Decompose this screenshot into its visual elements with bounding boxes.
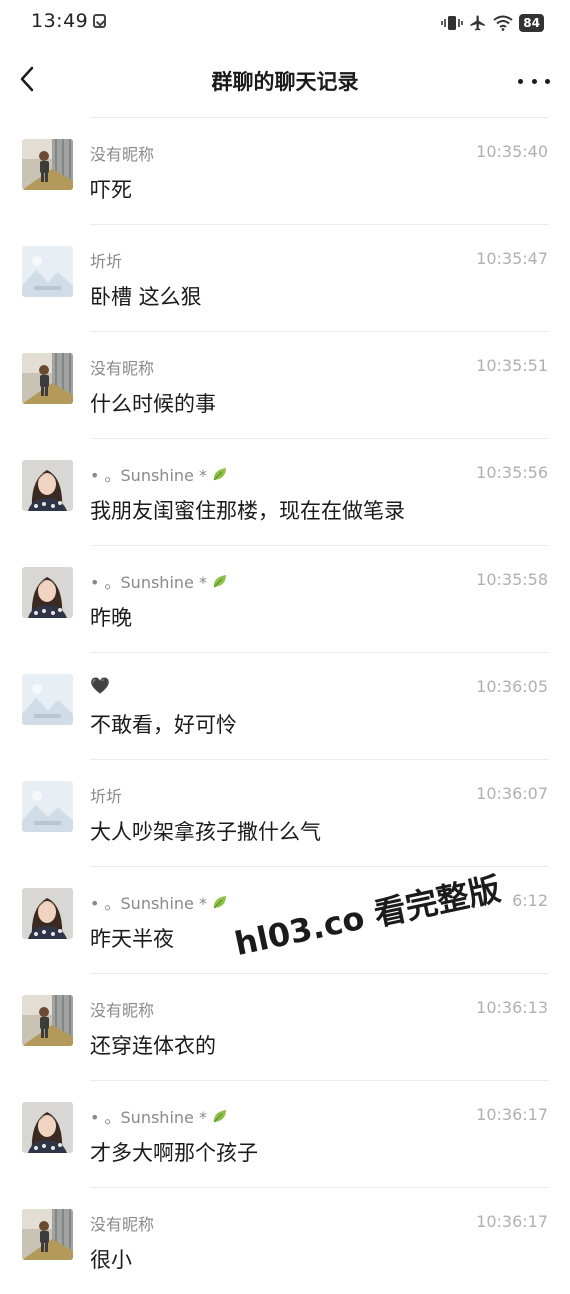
- wifi-icon: [493, 15, 513, 31]
- sender-name-text: 没有昵称: [90, 1001, 155, 1020]
- sender-name-text: 圻圻: [90, 252, 123, 271]
- sender-name: 没有昵称: [90, 141, 154, 165]
- sender-name-text: 没有昵称: [90, 359, 155, 378]
- avatar[interactable]: [22, 353, 73, 404]
- vibrate-icon: [441, 16, 464, 30]
- message-text: 还穿连体衣的: [90, 1034, 216, 1058]
- battery-indicator: 84: [519, 14, 544, 32]
- avatar[interactable]: [22, 674, 73, 725]
- sender-name: 圻圻: [90, 248, 122, 272]
- chat-message-row[interactable]: • 。Sunshine * 10:36:17 才多大啊那个孩子: [0, 1080, 570, 1187]
- leaf-icon: [211, 572, 229, 590]
- message-timestamp: 10:35:51: [476, 356, 548, 375]
- chat-history-list[interactable]: 没有昵称 10:35:40 吓死 圻圻 10:35:47 卧槽 这么狠 没有昵称 10:35:…: [0, 117, 570, 1294]
- sender-name: • 。Sunshine *: [90, 462, 229, 486]
- message-text: 吓死: [90, 178, 132, 202]
- avatar[interactable]: [22, 995, 73, 1046]
- message-timestamp: 10:36:05: [476, 677, 548, 696]
- avatar[interactable]: [22, 1209, 73, 1260]
- leaf-icon: [211, 1107, 229, 1125]
- sender-name-text: • 。Sunshine *: [90, 573, 207, 592]
- avatar[interactable]: [22, 781, 73, 832]
- more-dot: [518, 78, 523, 84]
- chat-message-row[interactable]: 没有昵称 10:35:40 吓死: [0, 117, 570, 224]
- message-text: 卧槽 这么狠: [90, 285, 202, 309]
- chat-message-row[interactable]: • 。Sunshine * 10:35:58 昨晚: [0, 545, 570, 652]
- sender-name: • 。Sunshine *: [90, 1104, 229, 1128]
- avatar[interactable]: [22, 888, 73, 939]
- sender-name-text: 🖤: [90, 676, 110, 695]
- sender-name-text: • 。Sunshine *: [90, 1108, 207, 1127]
- sender-name-text: 圻圻: [90, 787, 123, 806]
- chat-message-row[interactable]: 🖤 10:36:05 不敢看，好可怜: [0, 652, 570, 759]
- message-timestamp: 10:35:56: [476, 463, 548, 482]
- message-text: 昨晚: [90, 606, 132, 630]
- sender-name-text: • 。Sunshine *: [90, 894, 207, 913]
- avatar[interactable]: [22, 246, 73, 297]
- sender-name: • 。Sunshine *: [90, 569, 229, 593]
- status-time: 13:49: [31, 10, 89, 32]
- sender-name-text: • 。Sunshine *: [90, 466, 207, 485]
- leaf-icon: [211, 465, 229, 483]
- message-text: 什么时候的事: [90, 392, 216, 416]
- avatar[interactable]: [22, 139, 73, 190]
- message-text: 才多大啊那个孩子: [90, 1141, 258, 1165]
- message-timestamp: 10:35:58: [476, 570, 548, 589]
- more-dot: [531, 78, 537, 84]
- message-timestamp: 10:36:17: [476, 1105, 548, 1124]
- sender-name: • 。Sunshine *: [90, 890, 229, 914]
- message-timestamp: 6:12: [512, 891, 548, 910]
- sender-name: 🖤: [90, 676, 110, 695]
- sender-name-text: 没有昵称: [90, 1215, 155, 1234]
- chat-message-row[interactable]: 没有昵称 10:35:51 什么时候的事: [0, 331, 570, 438]
- message-text: 我朋友闺蜜住那楼，现在在做笔录: [90, 499, 405, 523]
- notification-icon: [93, 14, 106, 28]
- avatar[interactable]: [22, 460, 73, 511]
- message-timestamp: 10:36:13: [476, 998, 548, 1017]
- message-text: 昨天半夜: [90, 927, 174, 951]
- message-timestamp: 10:36:17: [476, 1212, 548, 1231]
- airplane-icon: [470, 15, 486, 31]
- chat-message-row[interactable]: 没有昵称 10:36:17 很小: [0, 1187, 570, 1294]
- message-timestamp: 10:35:40: [476, 142, 548, 161]
- status-bar: 13:49 84: [0, 0, 570, 44]
- sender-name: 圻圻: [90, 783, 122, 807]
- status-icons: 84: [441, 12, 544, 34]
- avatar[interactable]: [22, 1102, 73, 1153]
- sender-name: 没有昵称: [90, 355, 154, 379]
- message-text: 大人吵架拿孩子撒什么气: [90, 820, 321, 844]
- page-title: 群聊的聊天记录: [211, 70, 359, 94]
- sender-name-text: 没有昵称: [90, 145, 155, 164]
- sender-name: 没有昵称: [90, 1211, 154, 1235]
- more-options-button[interactable]: [518, 66, 550, 96]
- chat-message-row[interactable]: 圻圻 10:35:47 卧槽 这么狠: [0, 224, 570, 331]
- more-dot: [545, 78, 550, 84]
- message-timestamp: 10:35:47: [476, 249, 548, 268]
- leaf-icon: [211, 893, 229, 911]
- avatar[interactable]: [22, 567, 73, 618]
- message-text: 很小: [90, 1248, 132, 1272]
- message-timestamp: 10:36:07: [476, 784, 548, 803]
- sender-name: 没有昵称: [90, 997, 154, 1021]
- chat-message-row[interactable]: 没有昵称 10:36:13 还穿连体衣的: [0, 973, 570, 1080]
- chat-message-row[interactable]: 圻圻 10:36:07 大人吵架拿孩子撒什么气: [0, 759, 570, 866]
- nav-bar: 群聊的聊天记录: [0, 44, 570, 116]
- chat-message-row[interactable]: • 。Sunshine * 10:35:56 我朋友闺蜜住那楼，现在在做笔录: [0, 438, 570, 545]
- message-text: 不敢看，好可怜: [90, 713, 237, 737]
